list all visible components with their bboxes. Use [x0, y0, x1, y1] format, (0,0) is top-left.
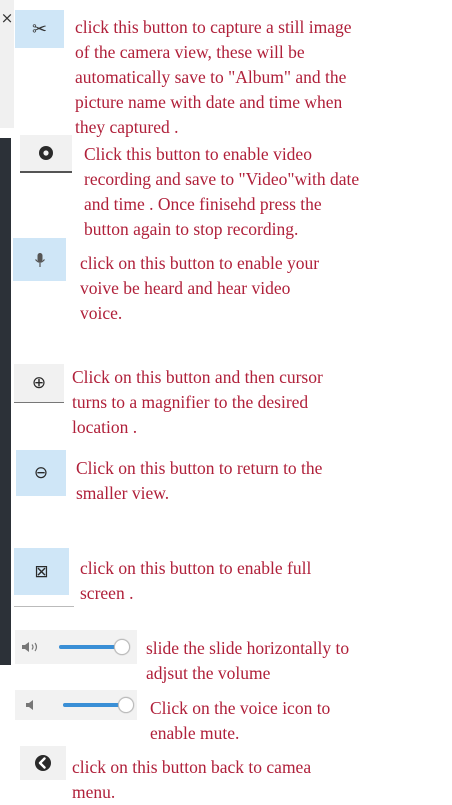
zoom-in-button[interactable]: ⊕	[14, 364, 64, 403]
record-description: Click this button to enable video recordi…	[84, 144, 360, 239]
fullscreen-button[interactable]: ⊠	[14, 548, 69, 595]
record-icon	[39, 146, 53, 160]
capture-description: click this button to capture a still ima…	[75, 17, 352, 137]
fullscreen-icon: ⊠	[34, 561, 49, 582]
capture-button[interactable]: ✂	[15, 10, 64, 48]
volume-icon[interactable]	[21, 641, 41, 653]
mute-slider-thumb[interactable]	[118, 697, 134, 713]
microphone-button[interactable]	[13, 238, 66, 281]
back-icon	[35, 755, 51, 771]
volume-description: slide the slide horizontally to adjsut th…	[146, 638, 350, 683]
mute-description: Click on the voice icon to enable mute.	[150, 698, 331, 743]
mute-slider-panel[interactable]	[15, 690, 137, 720]
fullscreen-description: click on this button to enable full scree…	[80, 558, 312, 603]
close-icon[interactable]: ×	[1, 9, 14, 27]
zoom-in-icon: ⊕	[31, 373, 47, 393]
back-button[interactable]	[20, 746, 66, 780]
dark-sidebar	[0, 138, 11, 665]
fullscreen-divider	[14, 606, 74, 607]
back-description: click on this button back to camea menu.	[72, 757, 312, 802]
volume-slider-thumb[interactable]	[114, 639, 130, 655]
zoom-out-icon: ⊖	[33, 463, 49, 483]
microphone-description: click on this button to enable your voive…	[80, 253, 320, 323]
mute-slider-fill	[63, 703, 126, 707]
volume-slider-panel[interactable]	[15, 630, 137, 664]
zoom-out-button[interactable]: ⊖	[16, 450, 66, 496]
volume-slider-fill	[59, 645, 122, 649]
microphone-icon	[34, 252, 45, 267]
mute-icon[interactable]	[25, 699, 37, 711]
zoom-in-description: Click on this button and then cursor turn…	[72, 367, 323, 437]
zoom-out-description: Click on this button to return to the sma…	[76, 458, 323, 503]
scissors-icon: ✂	[31, 18, 48, 40]
record-button[interactable]	[20, 135, 72, 173]
